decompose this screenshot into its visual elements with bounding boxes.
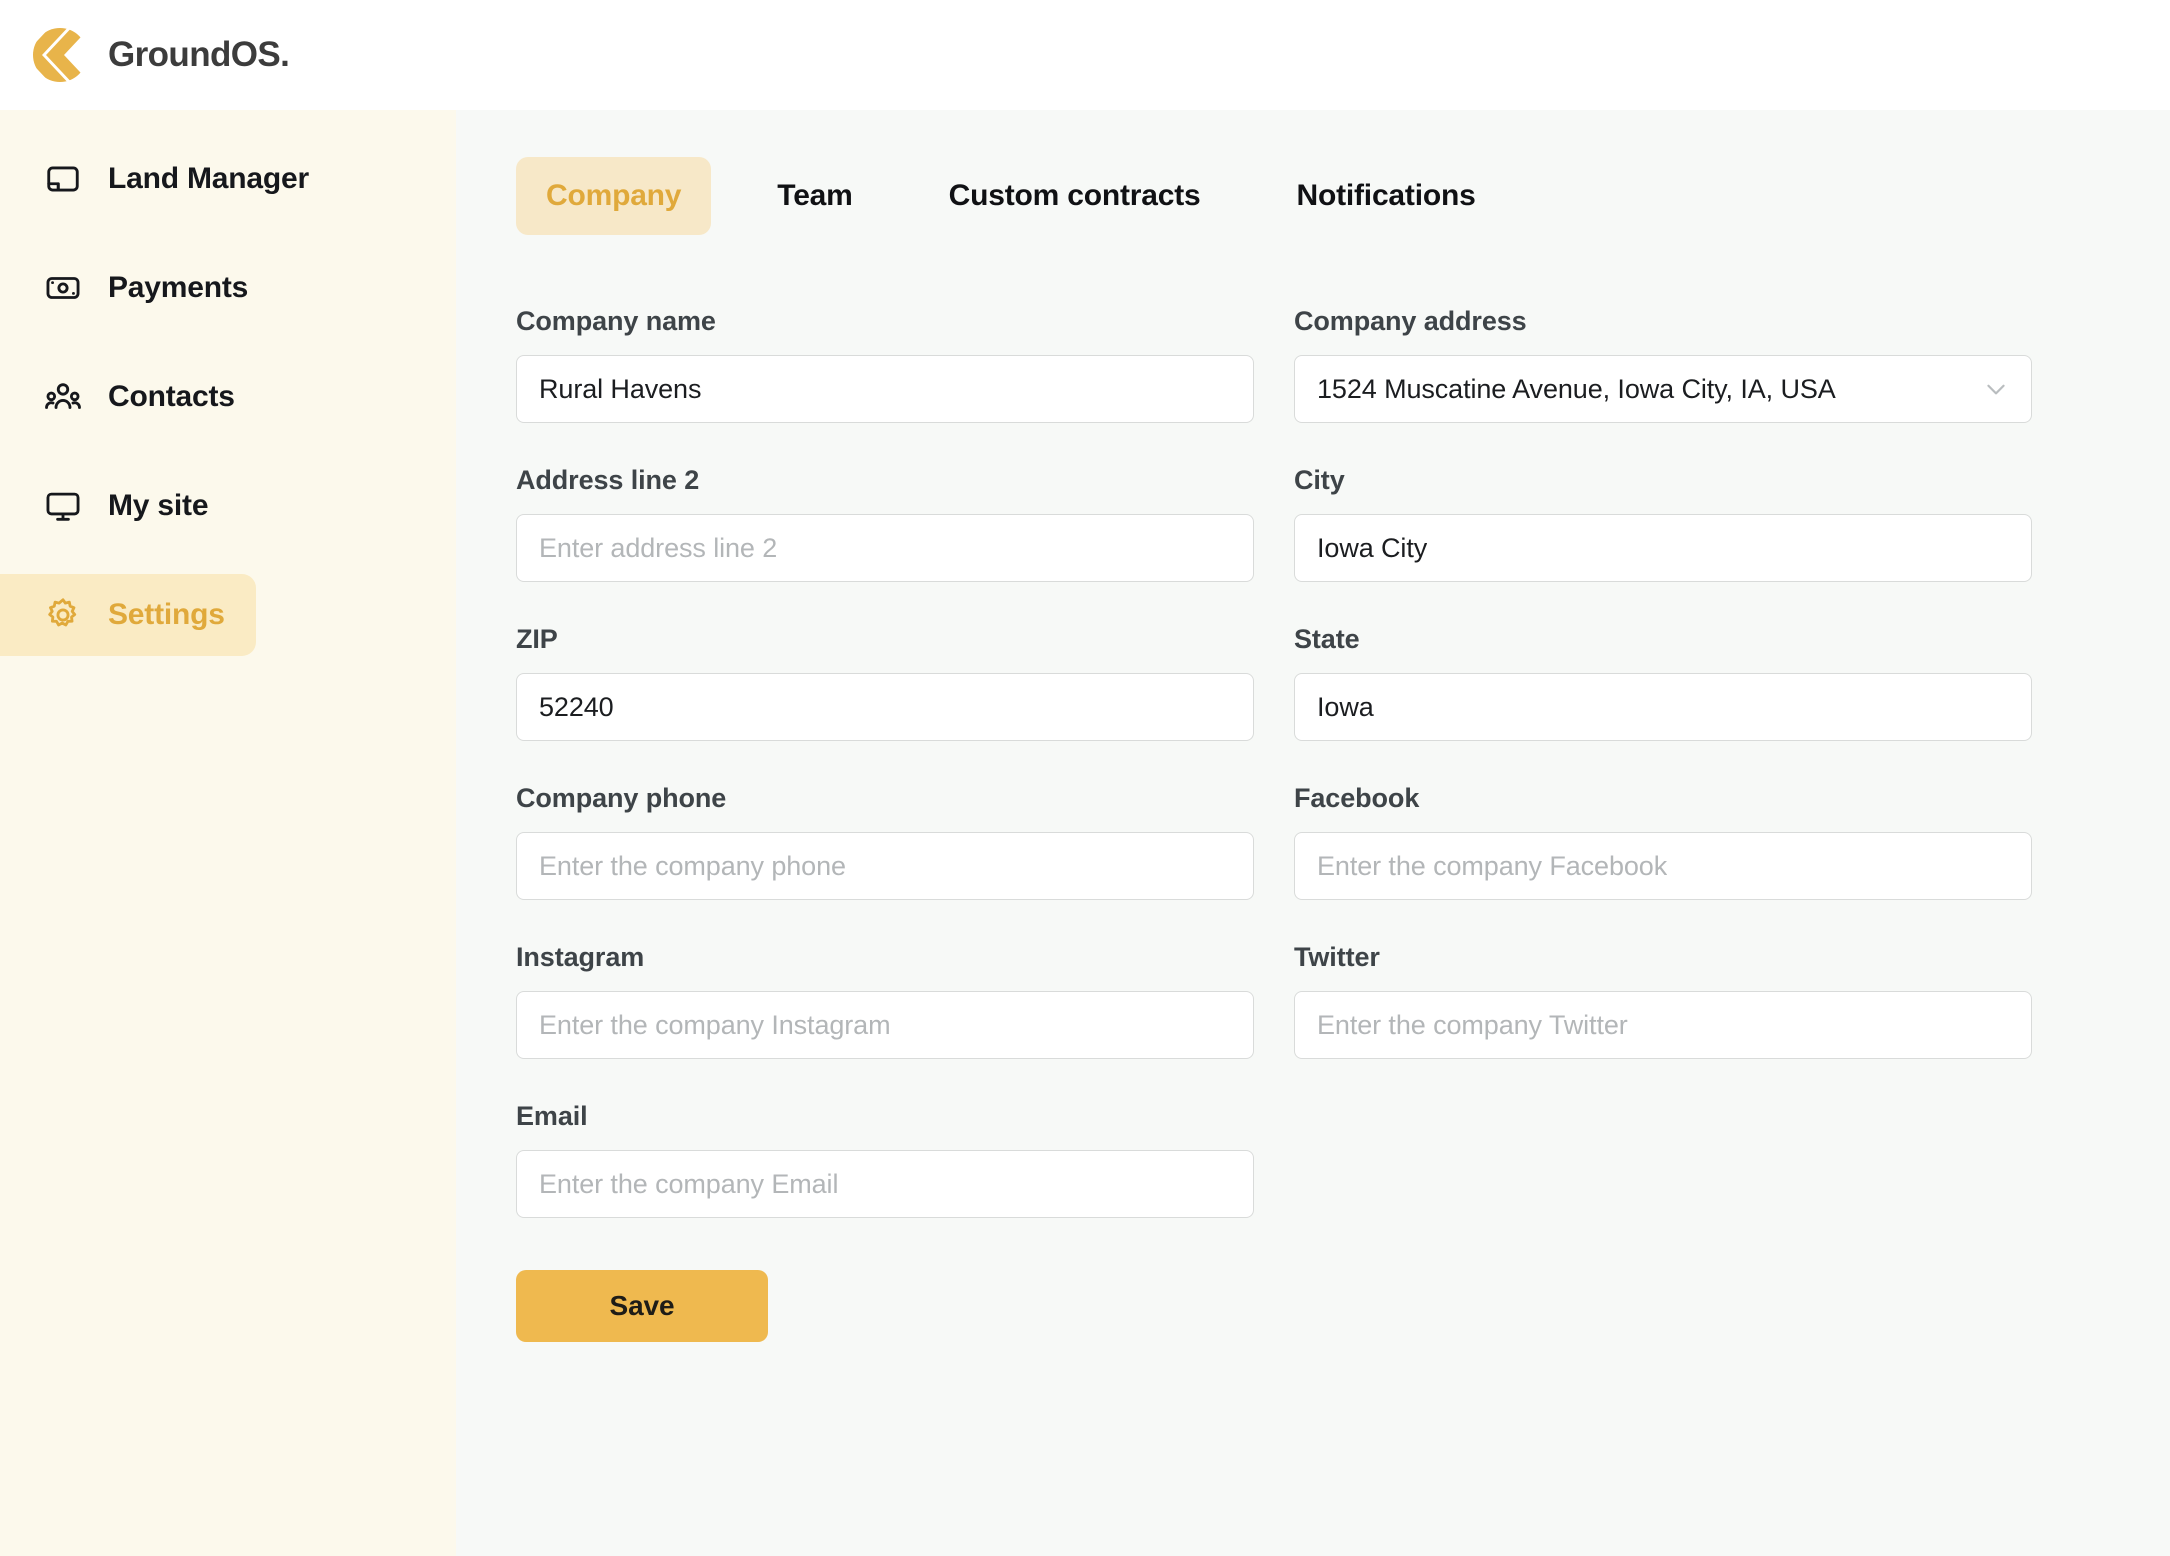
- field-label: State: [1294, 624, 1360, 654]
- chevron-down-icon[interactable]: [1983, 376, 2009, 402]
- app-header: GroundOS.: [0, 0, 2170, 110]
- brand-trademark: .: [280, 35, 290, 74]
- tab-custom-contracts[interactable]: Custom contracts: [919, 157, 1231, 235]
- field-zip: ZIP 52240: [516, 624, 1254, 741]
- field-company-name: Company name Rural Havens: [516, 306, 1254, 423]
- zip-input[interactable]: 52240: [516, 673, 1254, 741]
- field-label: Instagram: [516, 942, 645, 972]
- sidebar-item-label: Payments: [108, 271, 249, 304]
- company-address-select[interactable]: 1524 Muscatine Avenue, Iowa City, IA, US…: [1294, 355, 2032, 423]
- field-placeholder: Enter the company Twitter: [1317, 1009, 1628, 1040]
- state-input[interactable]: Iowa: [1294, 673, 2032, 741]
- twitter-input[interactable]: Enter the company Twitter: [1294, 991, 2032, 1059]
- field-placeholder: Enter the company Instagram: [539, 1009, 891, 1040]
- field-instagram: Instagram Enter the company Instagram: [516, 942, 1254, 1059]
- company-name-input[interactable]: Rural Havens: [516, 355, 1254, 423]
- tab-team[interactable]: Team: [747, 157, 882, 235]
- sidebar-item-label: My site: [108, 489, 209, 522]
- field-value: 52240: [539, 691, 614, 722]
- sidebar-item-settings[interactable]: Settings: [0, 574, 256, 656]
- field-facebook: Facebook Enter the company Facebook: [1294, 783, 2032, 900]
- sidebar-item-contacts[interactable]: Contacts: [0, 356, 256, 438]
- field-twitter: Twitter Enter the company Twitter: [1294, 942, 2032, 1059]
- field-city: City Iowa City: [1294, 465, 2032, 582]
- sidebar-item-my-site[interactable]: My site: [0, 465, 256, 547]
- gear-icon: [44, 596, 82, 634]
- brand-logo[interactable]: GroundOS.: [32, 27, 290, 83]
- field-value: Iowa City: [1317, 532, 1428, 563]
- company-phone-input[interactable]: Enter the company phone: [516, 832, 1254, 900]
- wheat-chevron-logo-icon: [32, 27, 88, 83]
- save-button[interactable]: Save: [516, 1270, 768, 1342]
- monitor-icon: [44, 487, 82, 525]
- field-label: Twitter: [1294, 942, 1380, 972]
- field-placeholder: Enter address line 2: [539, 532, 778, 563]
- contacts-icon: [44, 378, 82, 416]
- field-label: ZIP: [516, 624, 558, 654]
- field-value: 1524 Muscatine Avenue, Iowa City, IA, US…: [1317, 373, 1836, 404]
- field-placeholder: Enter the company Email: [539, 1168, 839, 1199]
- field-state: State Iowa: [1294, 624, 2032, 741]
- field-value: Iowa: [1317, 691, 1374, 722]
- page-body: Land Manager Payments Contacts My site S…: [0, 110, 2170, 1556]
- land-manager-icon: [44, 160, 82, 198]
- email-input[interactable]: Enter the company Email: [516, 1150, 1254, 1218]
- field-label: Company address: [1294, 306, 1527, 336]
- form-actions: Save: [516, 1270, 1254, 1342]
- payments-icon: [44, 269, 82, 307]
- field-label: City: [1294, 465, 1345, 495]
- field-company-phone: Company phone Enter the company phone: [516, 783, 1254, 900]
- field-label: Email: [516, 1101, 588, 1131]
- sidebar: Land Manager Payments Contacts My site S…: [0, 110, 456, 1556]
- field-placeholder: Enter the company phone: [539, 850, 846, 881]
- sidebar-item-label: Contacts: [108, 380, 235, 413]
- city-input[interactable]: Iowa City: [1294, 514, 2032, 582]
- tab-company[interactable]: Company: [516, 157, 712, 235]
- facebook-input[interactable]: Enter the company Facebook: [1294, 832, 2032, 900]
- field-value: Rural Havens: [539, 373, 702, 404]
- settings-tabs: Company Team Custom contracts Notificati…: [516, 157, 2170, 235]
- field-company-address: Company address 1524 Muscatine Avenue, I…: [1294, 306, 2032, 423]
- address-line-2-input[interactable]: Enter address line 2: [516, 514, 1254, 582]
- instagram-input[interactable]: Enter the company Instagram: [516, 991, 1254, 1059]
- main-content: Company Team Custom contracts Notificati…: [456, 110, 2170, 1556]
- field-label: Facebook: [1294, 783, 1420, 813]
- sidebar-item-label: Settings: [108, 598, 225, 631]
- brand-name: GroundOS.: [108, 35, 290, 74]
- field-label: Address line 2: [516, 465, 700, 495]
- field-email: Email Enter the company Email: [516, 1101, 1254, 1218]
- field-label: Company phone: [516, 783, 727, 813]
- company-settings-form: Company name Rural Havens Company addres…: [516, 306, 2036, 1342]
- sidebar-item-land-manager[interactable]: Land Manager: [0, 138, 309, 220]
- field-address-line-2: Address line 2 Enter address line 2: [516, 465, 1254, 582]
- sidebar-item-label: Land Manager: [108, 162, 309, 195]
- field-label: Company name: [516, 306, 716, 336]
- sidebar-item-payments[interactable]: Payments: [0, 247, 256, 329]
- field-placeholder: Enter the company Facebook: [1317, 850, 1668, 881]
- tab-notifications[interactable]: Notifications: [1267, 157, 1506, 235]
